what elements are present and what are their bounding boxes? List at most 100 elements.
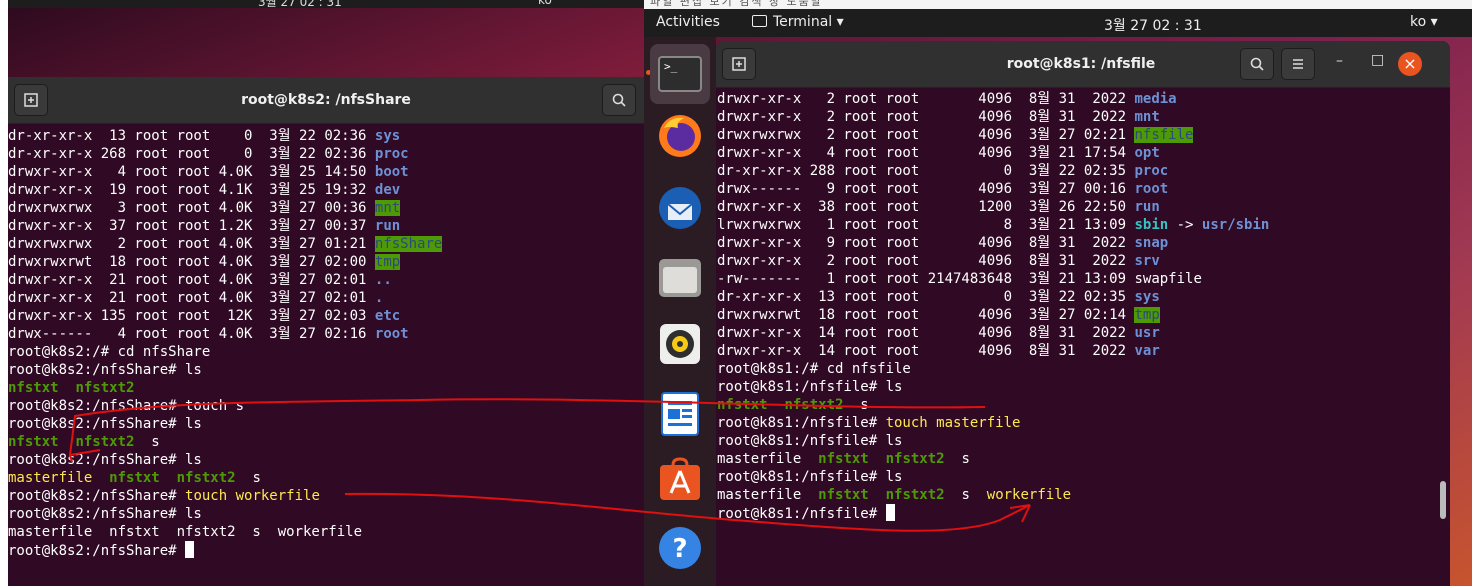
terminal-text: usr/sbin: [1201, 217, 1270, 233]
left-titlebar: root@k8s2: /nfsShare: [8, 77, 644, 124]
terminal-line: dr-xr-xr-x 13 root root 0 3월 22 02:36 sy…: [8, 127, 442, 145]
left-desktop: 3월 27 02 : 31 ko root@k8s2: /nfsShare dr…: [8, 0, 644, 586]
terminal-text: s: [235, 470, 261, 486]
cursor: [885, 504, 895, 521]
left-window-title: root@k8s2: /nfsShare: [241, 92, 411, 108]
right-terminal-output[interactable]: drwxr-xr-x 2 root root 4096 8월 31 2022 m…: [717, 90, 1269, 522]
terminal-text: root@k8s2:/nfsShare# ls: [8, 506, 202, 522]
scrollbar-thumb[interactable]: [1440, 481, 1446, 519]
cursor: [185, 541, 195, 558]
minimize-button[interactable]: –: [1336, 53, 1343, 69]
file-entry-name: proc: [1134, 163, 1169, 179]
terminal-line: dr-xr-xr-x 268 root root 0 3월 22 02:36 p…: [8, 145, 442, 163]
right-terminal-window[interactable]: root@k8s1: /nfsfile – □ × drwxr-xr-x 2 r…: [716, 41, 1450, 586]
dock-writer[interactable]: [656, 390, 704, 438]
menu-button[interactable]: [1281, 48, 1315, 80]
dock-terminal[interactable]: >_: [650, 44, 710, 104]
terminal-line: root@k8s1:/nfsfile# touch masterfile: [717, 414, 1269, 432]
dock-rhythmbox[interactable]: [656, 320, 704, 368]
terminal-text: root@k8s1:/nfsfile# ls: [717, 379, 903, 395]
terminal-text: root@k8s2:/nfsShare# ls: [8, 416, 202, 432]
terminal-text: dr-xr-xr-x 288 root root 0 3월 22 02:35: [717, 163, 1135, 179]
file-entry-name: srv: [1134, 253, 1160, 269]
terminal-text: drwxr-xr-x 14 root root 4096 8월 31 2022: [717, 343, 1135, 359]
left-lang-indicator[interactable]: ko: [538, 0, 552, 7]
file-entry-name: opt: [1134, 145, 1160, 161]
firefox-icon: [659, 115, 701, 157]
file-entry-name: ..: [374, 272, 392, 288]
terminal-text: root@k8s2:/nfsShare# touch s: [8, 398, 245, 414]
dock-thunderbird[interactable]: [656, 184, 704, 232]
terminal-text: s: [134, 434, 160, 450]
terminal-text: drwxr-xr-x 19 root root 4.1K 3월 25 19:32: [8, 182, 375, 198]
terminal-line: drwxr-xr-x 38 root root 1200 3월 26 22:50…: [717, 198, 1269, 216]
terminal-line: drwxr-xr-x 2 root root 4096 8월 31 2022 m…: [717, 90, 1269, 108]
left-terminal-output[interactable]: dr-xr-xr-x 13 root root 0 3월 22 02:36 sy…: [8, 127, 443, 559]
maximize-button[interactable]: □: [1371, 52, 1384, 68]
terminal-line: drwx------ 4 root root 4.0K 3월 27 02:16 …: [8, 325, 442, 343]
dock-software[interactable]: [656, 456, 704, 504]
search-button[interactable]: [1240, 48, 1274, 80]
terminal-text: dr-xr-xr-x 13 root root 0 3월 22 02:35: [717, 289, 1135, 305]
terminal-line: root@k8s1:/nfsfile# ls: [717, 432, 1269, 450]
file-entry-name: snap: [1134, 235, 1169, 251]
terminal-text: drwxrwxrwt 18 root root 4096 3월 27 02:14: [717, 307, 1135, 323]
terminal-line: lrwxrwxrwx 1 root root 8 3월 21 13:09 sbi…: [717, 216, 1269, 234]
file-entry-name: mnt: [1134, 109, 1160, 125]
terminal-line: drwxr-xr-x 37 root root 1.2K 3월 27 00:37…: [8, 217, 442, 235]
terminal-line: drwxr-xr-x 21 root root 4.0K 3월 27 02:01…: [8, 289, 442, 307]
terminal-line: drwxrwxrwt 18 root root 4096 3월 27 02:14…: [717, 306, 1269, 324]
terminal-text: dr-xr-xr-x 13 root root 0 3월 22 02:36: [8, 128, 375, 144]
terminal-line: drwxr-xr-x 2 root root 4096 8월 31 2022 s…: [717, 252, 1269, 270]
activities-button[interactable]: Activities: [656, 14, 720, 30]
terminal-line: drwxrwxrwx 3 root root 4.0K 3월 27 00:36 …: [8, 199, 442, 217]
search-icon: [612, 93, 626, 107]
terminal-text: nfstxt2: [176, 470, 236, 486]
dock-help[interactable]: ?: [656, 524, 704, 572]
terminal-text: nfstxt: [109, 470, 160, 486]
terminal-line: root@k8s2:/nfsShare# ls: [8, 361, 442, 379]
terminal-line: drwx------ 9 root root 4096 3월 27 00:16 …: [717, 180, 1269, 198]
clock[interactable]: 3월 27 02 : 31: [1104, 15, 1202, 35]
terminal-text: sbin: [1134, 217, 1169, 233]
new-tab-button[interactable]: [722, 48, 756, 80]
terminal-text: masterfile nfstxt nfstxt2 s workerfile: [8, 524, 363, 540]
terminal-text: drwxrwxrwt 18 root root 4.0K 3월 27 02:00: [8, 254, 375, 270]
terminal-text: drwxr-xr-x 2 root root 4096 8월 31 2022: [717, 109, 1135, 125]
terminal-line: drwxr-xr-x 135 root root 12K 3월 27 02:03…: [8, 307, 442, 325]
search-button[interactable]: [602, 84, 636, 116]
terminal-text: drwxr-xr-x 135 root root 12K 3월 27 02:03: [8, 308, 375, 324]
close-button[interactable]: ×: [1398, 52, 1422, 76]
terminal-text: drwxr-xr-x 2 root root 4096 8월 31 2022: [717, 91, 1135, 107]
terminal-line: root@k8s2:/nfsShare# touch workerfile: [8, 487, 442, 505]
file-entry-name: mnt: [374, 200, 401, 216]
new-tab-icon: [732, 57, 746, 71]
terminal-text: nfstxt2: [784, 397, 844, 413]
terminal-text: root@k8s2:/nfsShare# ls: [8, 452, 202, 468]
terminal-text: nfstxt2: [75, 380, 135, 396]
left-terminal-window[interactable]: root@k8s2: /nfsShare dr-xr-xr-x 13 root …: [8, 77, 644, 586]
file-entry-name: nfsShare: [374, 236, 443, 252]
terminal-text: drwxr-xr-x 21 root root 4.0K 3월 27 02:01: [8, 290, 375, 306]
svg-text:?: ?: [672, 534, 687, 564]
terminal-line: dr-xr-xr-x 13 root root 0 3월 22 02:35 sy…: [717, 288, 1269, 306]
terminal-line: drwxr-xr-x 21 root root 4.0K 3월 27 02:01…: [8, 271, 442, 289]
terminal-text: touch workerfile: [185, 488, 320, 504]
file-entry-name: run: [374, 218, 401, 234]
lang-indicator[interactable]: ko ▾: [1410, 14, 1438, 30]
dock-firefox[interactable]: [656, 112, 704, 160]
terminal-text: root@k8s2:/nfsShare# ls: [8, 362, 202, 378]
file-entry-name: run: [1134, 199, 1160, 215]
terminal-line: root@k8s1:/nfsfile# ls: [717, 378, 1269, 396]
thunderbird-icon: [659, 187, 701, 229]
terminal-text: nfstxt: [8, 380, 59, 396]
terminal-text: nfstxt2: [75, 434, 135, 450]
dock-files[interactable]: [656, 254, 704, 302]
terminal-text: lrwxrwxrwx 1 root root 8 3월 21 13:09: [717, 217, 1135, 233]
app-menu[interactable]: Terminal ▾: [752, 14, 844, 30]
terminal-text: root@k8s1:/nfsfile#: [717, 506, 886, 522]
terminal-line: drwxr-xr-x 4 root root 4.0K 3월 25 14:50 …: [8, 163, 442, 181]
